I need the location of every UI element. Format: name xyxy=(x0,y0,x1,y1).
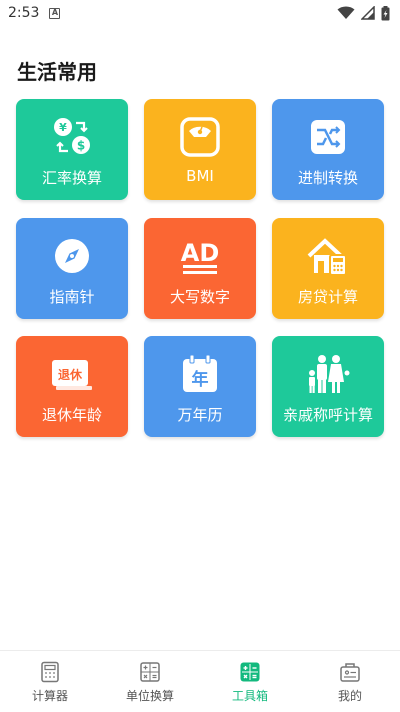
svg-text:$: $ xyxy=(77,139,85,153)
tile-label: 汇率换算 xyxy=(41,169,102,187)
tile-label: 万年历 xyxy=(177,406,223,424)
svg-text:退休: 退休 xyxy=(58,367,83,382)
screen: 2:53 A 生活常用 ¥ $ 汇率换算 BMI 进制转换 指南针 AD 大写数… xyxy=(0,0,400,712)
tile-label: 房贷计算 xyxy=(297,288,358,306)
tool-calendar[interactable]: 年 万年历 xyxy=(144,336,256,437)
tool-exchange-rate[interactable]: ¥ $ 汇率换算 xyxy=(16,99,128,200)
house-loan-icon xyxy=(306,234,350,278)
nav-profile[interactable]: 我的 xyxy=(300,651,400,712)
bottom-nav: 计算器 单位换算 工具箱 我的 xyxy=(0,650,400,712)
tile-label: 大写数字 xyxy=(169,288,230,306)
compass-icon xyxy=(50,234,94,278)
tool-uppercase-number[interactable]: AD 大写数字 xyxy=(144,218,256,319)
tool-bmi[interactable]: BMI xyxy=(144,99,256,200)
uppercase-number-icon: AD xyxy=(178,234,222,278)
nav-calculator[interactable]: 计算器 xyxy=(0,651,100,712)
tile-label: 亲戚称呼计算 xyxy=(282,406,373,424)
family-icon xyxy=(306,352,350,396)
retire-icon: 退休 xyxy=(50,352,94,396)
unit-convert-icon xyxy=(139,661,161,683)
base-convert-icon xyxy=(306,115,350,159)
profile-icon xyxy=(339,661,361,683)
wifi-icon xyxy=(337,6,355,19)
nav-unit-convert[interactable]: 单位换算 xyxy=(100,651,200,712)
tool-family-title[interactable]: 亲戚称呼计算 xyxy=(272,336,384,437)
tool-house-loan[interactable]: 房贷计算 xyxy=(272,218,384,319)
nav-label: 计算器 xyxy=(31,689,68,703)
nav-toolbox[interactable]: 工具箱 xyxy=(200,651,300,712)
section-title: 生活常用 xyxy=(17,60,97,84)
toolbox-icon xyxy=(239,661,261,683)
tool-compass[interactable]: 指南针 xyxy=(16,218,128,319)
battery-icon xyxy=(381,5,390,20)
exchange-rate-icon: ¥ $ xyxy=(50,115,94,159)
nav-label: 单位换算 xyxy=(125,689,174,703)
status-bar: 2:53 A xyxy=(0,0,400,26)
notification-icon: A xyxy=(49,7,61,19)
tool-retire-age[interactable]: 退休 退休年龄 xyxy=(16,336,128,437)
svg-text:¥: ¥ xyxy=(59,121,67,134)
tile-label: BMI xyxy=(186,167,214,185)
tile-label: 进制转换 xyxy=(297,169,358,187)
nav-label: 我的 xyxy=(337,689,362,703)
scale-icon xyxy=(178,115,222,159)
tile-label: 退休年龄 xyxy=(41,406,102,424)
calculator-icon xyxy=(39,661,61,683)
tile-label: 指南针 xyxy=(49,288,95,306)
svg-text:AD: AD xyxy=(181,239,220,267)
svg-text:年: 年 xyxy=(192,369,209,390)
calendar-icon: 年 xyxy=(178,352,222,396)
status-icons xyxy=(337,5,390,21)
tool-base-convert[interactable]: 进制转换 xyxy=(272,99,384,200)
status-time: 2:53 xyxy=(8,5,40,21)
nav-label: 工具箱 xyxy=(231,689,268,703)
signal-icon xyxy=(361,6,375,20)
